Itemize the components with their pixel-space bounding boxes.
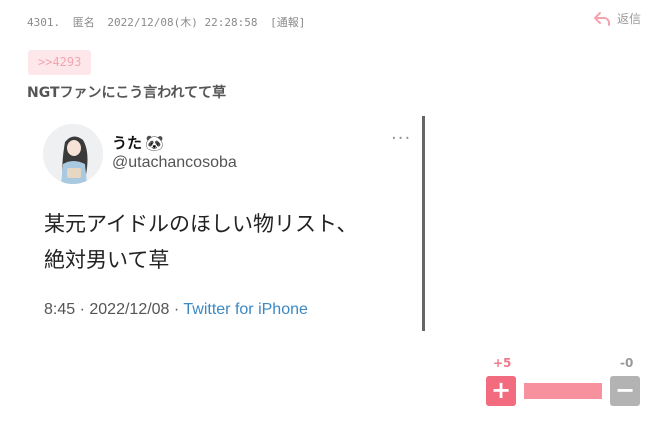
separator: · (79, 301, 85, 318)
downvote-button[interactable]: − (610, 376, 640, 406)
post-comment: NGTファンにこう言われてて草 (27, 85, 227, 101)
post-author: 匿名 (72, 16, 95, 29)
tweet-display-name[interactable]: うた 🐼 (112, 132, 164, 153)
post-datetime: 2022/12/08(木) 22:28:58 (107, 16, 258, 29)
separator: · (173, 301, 180, 318)
tweet-text-line: 某元アイドルのほしい物リスト、 (44, 212, 358, 236)
avatar[interactable] (43, 124, 103, 184)
reply-label: 返信 (616, 12, 641, 26)
tweet-text-line: 絶対男いて草 (44, 248, 170, 272)
vote-ratio-bar (524, 383, 602, 399)
anchor-link[interactable]: >>4293 (28, 50, 92, 75)
post-meta: 4301. 匿名 2022/12/08(木) 22:28:58 [通報] (27, 14, 311, 30)
upvote-button[interactable]: + (486, 376, 516, 406)
post-number: 4301. (27, 16, 61, 29)
embedded-tweet[interactable]: うた 🐼 @utachancosoba ··· 某元アイドルのほしい物リスト、 絶… (28, 116, 425, 331)
avatar-illustration (43, 124, 103, 184)
tweet-date[interactable]: 2022/12/08 (89, 301, 169, 318)
reply-arrow-icon (593, 11, 610, 26)
more-options-icon[interactable]: ··· (391, 130, 411, 148)
tweet-handle[interactable]: @utachancosoba (112, 154, 237, 172)
plus-vote-count: +5 (493, 356, 512, 370)
tweet-text: 某元アイドルのほしい物リスト、 絶対男いて草 (44, 206, 404, 278)
reply-button[interactable]: 返信 (593, 10, 641, 27)
tweet-footer: 8:45 · 2022/12/08 · Twitter for iPhone (44, 301, 308, 319)
tweet-source-link[interactable]: Twitter for iPhone (183, 301, 308, 318)
tweet-time[interactable]: 8:45 (44, 301, 75, 318)
panda-icon: 🐼 (145, 135, 164, 152)
minus-vote-count: -0 (620, 356, 634, 370)
report-link[interactable]: [通報] (270, 16, 305, 29)
